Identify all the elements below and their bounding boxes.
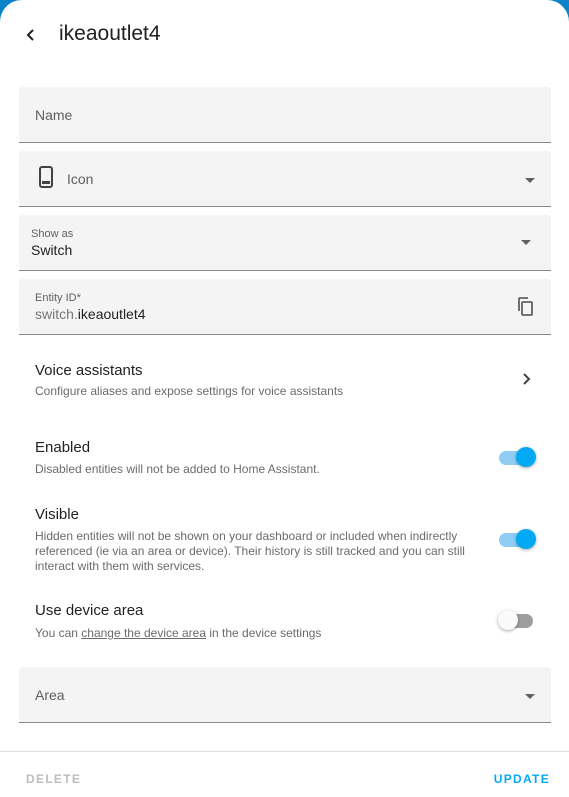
toggle-thumb [498,610,518,630]
visible-title: Visible [35,506,79,523]
area-select[interactable]: Area [19,667,551,723]
show-as-select[interactable]: Show as Switch [19,215,551,271]
dialog-footer: DELETE UPDATE [0,751,569,797]
enabled-toggle[interactable] [498,447,536,467]
content-copy-icon[interactable] [516,297,534,317]
visible-toggle[interactable] [498,529,536,549]
toggle-thumb [516,447,536,467]
entity-id-value: switch.ikeaoutlet4 [35,306,146,322]
back-button[interactable] [18,22,44,48]
voice-assistants-title: Voice assistants [35,362,143,379]
dialog-header: ikeaoutlet4 [0,0,569,70]
area-field-label: Area [35,687,65,703]
chevron-left-icon [26,29,34,41]
dropdown-arrow-icon [521,240,531,245]
icon-picker-field[interactable]: Icon [19,151,551,207]
entity-id-prefix: switch. [35,306,78,322]
description-suffix: in the device settings [206,626,322,640]
chevron-right-icon [523,373,531,385]
dropdown-arrow-icon [525,694,535,699]
entity-id-text: ikeaoutlet4 [77,306,146,322]
show-as-label: Show as [31,228,74,240]
name-field[interactable]: Name [19,87,551,143]
use-device-area-toggle[interactable] [498,610,536,630]
toggle-thumb [516,529,536,549]
use-device-area-description: You can change the device area in the de… [35,626,321,641]
dialog-title: ikeaoutlet4 [59,22,161,45]
name-field-label: Name [35,107,73,123]
entity-id-label: Entity ID* [35,292,81,304]
change-device-area-link[interactable]: change the device area [81,626,206,640]
entity-settings-dialog: ikeaoutlet4 Name Icon Show as Switch Ent… [0,0,569,797]
description-prefix: You can [35,626,82,640]
voice-assistants-row[interactable]: Voice assistants Configure aliases and e… [19,350,551,410]
entity-id-field[interactable]: Entity ID* switch.ikeaoutlet4 [19,279,551,335]
enabled-title: Enabled [35,439,91,456]
icon-field-label: Icon [67,171,94,187]
delete-button[interactable]: DELETE [26,772,81,786]
voice-assistants-description: Configure aliases and expose settings fo… [35,384,344,398]
enabled-description: Disabled entities will not be added to H… [35,462,320,476]
show-as-value: Switch [31,242,73,258]
update-button[interactable]: UPDATE [494,772,550,786]
visible-description: Hidden entities will not be shown on you… [35,529,465,573]
dropdown-arrow-icon [525,178,535,183]
cellphone-icon [39,166,53,188]
use-device-area-title: Use device area [35,602,144,619]
